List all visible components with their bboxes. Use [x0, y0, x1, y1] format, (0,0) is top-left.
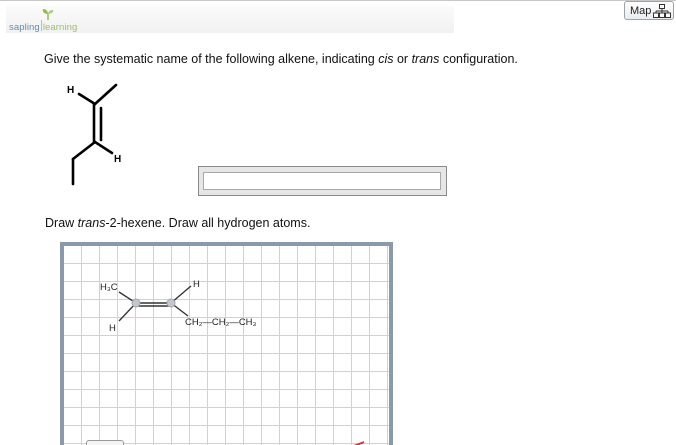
drawn-structure: H₃C H H CH₂—CH₂—CH₃	[100, 279, 257, 334]
brand-sapling-text: sapling	[9, 22, 40, 33]
drawing-canvas-frame: H₃C H H CH₂—CH₂—CH₃	[60, 242, 393, 445]
atom-h-top: H	[67, 85, 74, 96]
sitemap-icon	[653, 3, 672, 18]
chain-label: CH₂—CH₂—CH₃	[185, 317, 257, 328]
question-pre: Give the systematic name of the followin…	[44, 52, 379, 66]
question-cis: cis	[378, 52, 394, 66]
brand-learning-text: learning	[42, 22, 78, 33]
question-trans: trans	[411, 52, 440, 66]
question-post: configuration.	[439, 52, 518, 66]
map-button-label: Map	[630, 4, 652, 17]
draw-prompt-post: -2-hexene. Draw all hydrogen atoms.	[105, 216, 311, 230]
leaf-icon	[42, 9, 54, 20]
arrow-icon[interactable]	[353, 441, 365, 445]
atom-h-lower: H	[109, 323, 116, 334]
answer-box	[198, 166, 447, 196]
sapling-learning-logo: sapling learning	[9, 8, 89, 34]
question-text: Give the systematic name of the followin…	[44, 52, 518, 66]
selected-atom-left	[131, 298, 141, 308]
atom-h-bottom: H	[114, 154, 121, 165]
drawing-canvas[interactable]: H₃C H H CH₂—CH₂—CH₃	[64, 246, 389, 445]
alkene-structure: H H	[67, 83, 121, 186]
atom-h-upper: H	[193, 279, 200, 290]
top-rule	[0, 0, 676, 1]
draw-prompt-pre: Draw	[45, 216, 78, 230]
selected-atom-right	[166, 298, 176, 308]
toolbar-button[interactable]	[86, 440, 124, 445]
answer-input[interactable]	[203, 172, 441, 190]
question-mid: or	[393, 52, 412, 66]
bond-methyl	[93, 83, 118, 106]
brand-separator	[40, 20, 42, 31]
atom-h3c: H₃C	[100, 282, 118, 293]
bond-ch2	[71, 140, 97, 161]
map-button[interactable]: Map	[624, 1, 674, 20]
draw-prompt-italic: trans	[77, 216, 106, 230]
bond-h-lower	[93, 140, 114, 155]
draw-prompt: Draw trans-2-hexene. Draw all hydrogen a…	[45, 216, 310, 230]
bond-h-upper	[77, 92, 97, 106]
